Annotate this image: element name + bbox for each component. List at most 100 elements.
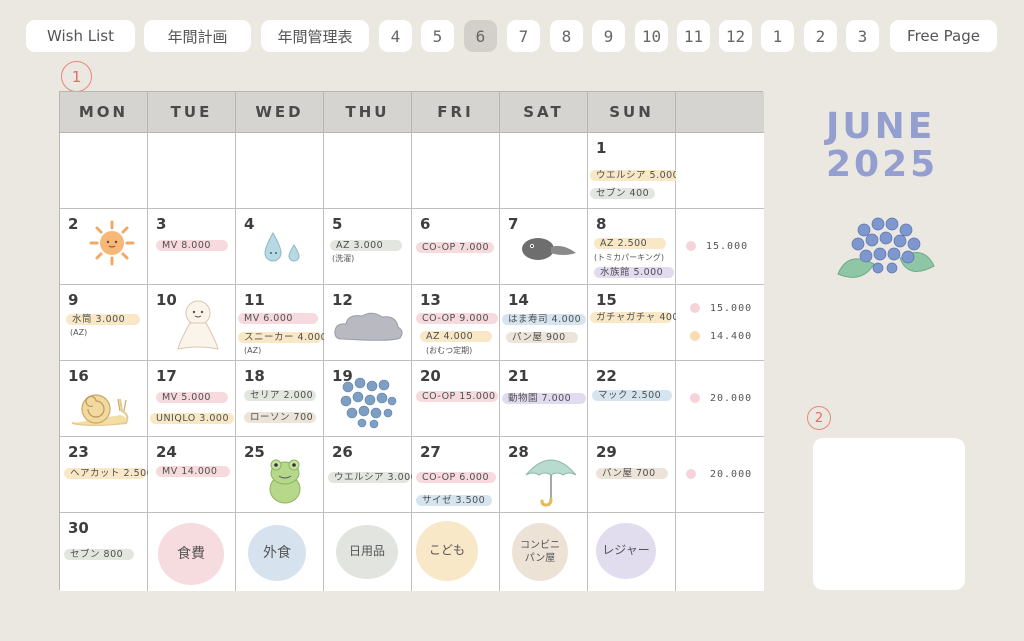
tab-month-5[interactable]: 5 [421,20,454,52]
day-cell-26[interactable]: 26 ウエルシア 3.000 [324,437,417,513]
day-cell-empty [324,133,412,209]
expense-entry: 水筒 3.000 [66,314,140,325]
expense-entry: マック 2.500 [592,390,672,401]
header-sun: SUN [588,92,676,133]
tab-month-3[interactable]: 3 [846,20,879,52]
day-cell-11[interactable]: 11 MV 6.000 スニーカー 4.000 (AZ) [236,285,327,361]
day-cell-10[interactable]: 10 [148,285,236,361]
day-cell-21[interactable]: 21 動物園 7.000 [500,361,588,437]
sun-icon [89,220,135,266]
tab-wish-list[interactable]: Wish List [26,20,135,52]
day-cell-3[interactable]: 3 MV 8.000 [148,209,236,285]
tab-month-11[interactable]: 11 [677,20,710,52]
day-cell-8[interactable]: 8 AZ 2.500 (トミカパーキング) 水族館 5.000 [588,209,676,285]
tab-free-page[interactable]: Free Page [890,20,997,52]
tab-month-12[interactable]: 12 [719,20,752,52]
day-cell-22[interactable]: 22 マック 2.500 [588,361,676,437]
category-leisure: レジャー [596,523,656,579]
day-number: 18 [244,367,265,385]
expense-entry: ローソン 700 [244,412,316,423]
day-cell-15[interactable]: 15 ガチャガチャ 400 [588,285,678,361]
weekly-total-cell [676,133,764,209]
tab-month-6[interactable]: 6 [464,20,497,52]
weekly-total-cell: 15.000 14.400 [676,285,764,361]
day-cell-16[interactable]: 16 [60,361,148,437]
day-cell-30[interactable]: 30 セブン 800 [60,513,148,591]
day-cell-27[interactable]: 27 CO-OP 6.000 サイゼ 3.500 [412,437,500,513]
day-number: 26 [332,443,353,461]
expense-entry: ガチャガチャ 400 [590,312,678,323]
tab-month-1[interactable]: 1 [761,20,794,52]
weekly-amount: 14.400 [710,331,753,342]
day-cell-9[interactable]: 9 水筒 3.000 (AZ) [60,285,148,361]
day-cell-19[interactable]: 19 [324,361,412,437]
day-cell-empty [148,133,236,209]
expense-entry: CO-OP 15.000 [416,391,498,402]
day-number: 24 [156,443,177,461]
weekly-amount: 20.000 [710,469,753,480]
day-cell-29[interactable]: 29 パン屋 700 [588,437,676,513]
expense-entry: パン屋 900 [506,332,578,343]
expense-entry: セブン 800 [64,549,134,560]
day-cell-6[interactable]: 6 CO-OP 7.000 [412,209,500,285]
day-number: 21 [508,367,529,385]
category-dot [690,331,700,341]
tab-annual-plan[interactable]: 年間計画 [144,20,251,52]
expense-entry: サイゼ 3.500 [416,495,492,506]
expense-entry: ヘアカット 2.500 [64,468,153,479]
day-cell-18[interactable]: 18 セリア 2.000 ローソン 700 [236,361,324,437]
day-cell-14[interactable]: 14 はま寿司 4.000 パン屋 900 [500,285,588,361]
expense-entry: スニーカー 4.000 [238,332,327,343]
tab-annual-management[interactable]: 年間管理表 [261,20,369,52]
raindrop-icon [264,231,300,262]
cloud-icon [334,312,403,341]
day-number: 22 [596,367,617,385]
day-cell-17[interactable]: 17 MV 5.000 UNIQLO 3.000 [148,361,236,437]
tab-month-10[interactable]: 10 [635,20,668,52]
tab-month-8[interactable]: 8 [550,20,583,52]
day-cell-5[interactable]: 5 AZ 3.000 (洗濯) [324,209,412,285]
expense-entry: セブン 400 [590,188,656,199]
category-dot [690,393,700,403]
day-number: 14 [508,291,529,309]
day-number: 20 [420,367,441,385]
day-cell-13[interactable]: 13 CO-OP 9.000 AZ 4.000 (おむつ定期) [412,285,500,361]
expense-entry: ウエルシア 3.000 [328,472,417,483]
day-number: 17 [156,367,177,385]
legend-cell: 日用品 [324,513,412,591]
tab-month-9[interactable]: 9 [592,20,625,52]
day-cell-1[interactable]: 1 ウエルシア 5.000 セブン 400 [588,133,686,209]
day-cell-2[interactable]: 2 [60,209,148,285]
day-cell-12[interactable]: 12 [324,285,412,361]
day-cell-20[interactable]: 20 CO-OP 15.000 [412,361,500,437]
day-cell-28[interactable]: 28 [500,437,588,513]
expense-entry: CO-OP 7.000 [416,242,494,253]
day-cell-empty [500,133,588,209]
header-tue: TUE [148,92,236,133]
expense-entry: CO-OP 9.000 [416,313,498,324]
day-cell-4[interactable]: 4 [236,209,324,285]
day-cell-empty [236,133,324,209]
expense-entry: CO-OP 6.000 [416,472,496,483]
legend-cell: 外食 [236,513,324,591]
day-number: 3 [156,215,167,233]
header-weekly-total [676,92,764,133]
teru-teru-bozu-icon [177,300,219,350]
legend-cell: 食費 [148,513,236,591]
tab-month-2[interactable]: 2 [804,20,837,52]
tab-month-7[interactable]: 7 [507,20,540,52]
tab-month-4[interactable]: 4 [379,20,412,52]
memo-box[interactable] [813,438,965,590]
day-cell-7[interactable]: 7 [500,209,588,285]
header-wed: WED [236,92,324,133]
day-cell-25[interactable]: 25 [236,437,324,513]
expense-note: (おむつ定期) [426,346,473,355]
day-number: 12 [332,291,353,309]
category-food: 食費 [158,523,224,585]
year-title: 2025 [826,144,939,185]
weekly-amount: 15.000 [710,303,753,314]
day-number: 8 [596,215,607,233]
day-cell-24[interactable]: 24 MV 14.000 [148,437,236,513]
day-cell-23[interactable]: 23 ヘアカット 2.500 [60,437,153,513]
day-number: 25 [244,443,265,461]
